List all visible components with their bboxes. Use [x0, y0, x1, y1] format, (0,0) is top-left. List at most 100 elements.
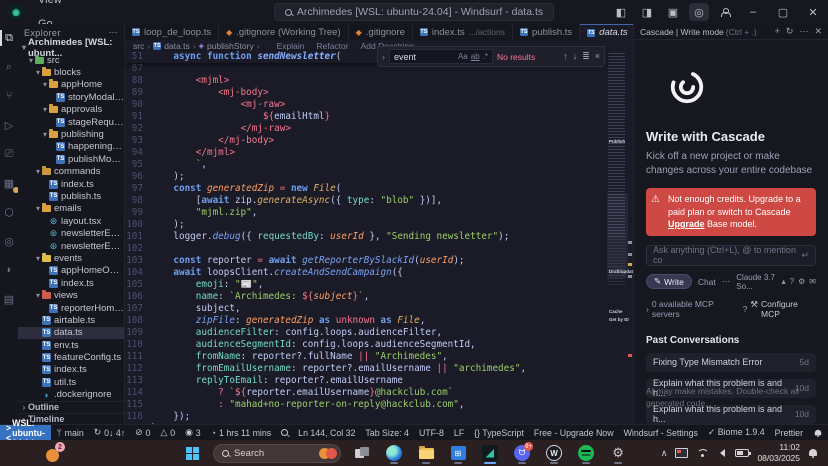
codelens-refactor[interactable]: Refactor: [316, 41, 348, 51]
tray-chevron-icon[interactable]: ∧: [661, 448, 668, 459]
mcp-expand-icon[interactable]: ›: [646, 304, 649, 314]
new-conversation-icon[interactable]: +: [775, 26, 780, 37]
cascade-prompt-input[interactable]: Ask anything (Ctrl+L), @ to mention co ↵: [646, 245, 816, 266]
code-line-95[interactable]: 95 `,: [125, 159, 607, 171]
status-tab-size-4[interactable]: Tab Size: 4: [360, 428, 414, 438]
history-icon[interactable]: ↻: [786, 26, 794, 37]
notifications-bell-icon[interactable]: [808, 448, 818, 458]
find-input[interactable]: event Aa ab .*: [389, 49, 493, 64]
find-expand-icon[interactable]: ›: [382, 52, 385, 62]
remote-explorer-icon[interactable]: ⎚: [1, 146, 17, 162]
command-center[interactable]: Archimedes [WSL: ubuntu-24.04] - Windsur…: [274, 3, 554, 21]
tab-loop-de-loop-ts[interactable]: TSloop_de_loop.ts: [125, 24, 219, 40]
status-ln-144-col-32[interactable]: Ln 144, Col 32: [293, 428, 360, 438]
code-line-91[interactable]: 91 ${emailHtml}: [125, 111, 607, 123]
tree-item-publish-ts[interactable]: TSpublish.ts: [18, 190, 124, 202]
tree-item-storymodal-ts[interactable]: TSstoryModal.ts: [18, 91, 124, 103]
account-icon[interactable]: [712, 0, 738, 24]
minimap-slider[interactable]: [607, 193, 628, 278]
find-next-icon[interactable]: ↓: [573, 51, 578, 62]
tree-item-events[interactable]: ▾events: [18, 252, 124, 264]
code-line-97[interactable]: 97 const generatedZip = new File(: [125, 183, 607, 195]
status-free-upgrade-now[interactable]: Free - Upgrade Now: [529, 428, 619, 438]
status-error[interactable]: ⊘0: [130, 427, 155, 438]
tree-item-stagerequest-[interactable]: TSstageRequest...: [18, 116, 124, 128]
status-utf-8[interactable]: UTF-8: [414, 428, 449, 438]
code-line-116[interactable]: 116 });: [125, 411, 607, 423]
taskbar-clock[interactable]: 11:02 08/03/2025: [757, 442, 800, 463]
code-line-100[interactable]: 100 );: [125, 219, 607, 231]
configure-mcp-button[interactable]: ⚒ Configure MCP: [750, 299, 816, 319]
run-debug-icon[interactable]: ▷: [1, 117, 17, 133]
feedback-icon[interactable]: ✉: [809, 277, 816, 286]
tab--gitignore[interactable]: ◆.gitignore: [349, 24, 413, 40]
code-line-111[interactable]: 111 fromName: reporter?.fullName || "Arc…: [125, 351, 607, 363]
status-clock[interactable]: ◔1 hrs 11 mins: [206, 428, 276, 438]
regex-icon[interactable]: .*: [483, 52, 488, 61]
code-line-96[interactable]: 96 );: [125, 171, 607, 183]
window-minimize-button[interactable]: –: [738, 0, 768, 24]
tree-item-publishmodal-[interactable]: TSpublishModal...: [18, 153, 124, 165]
start-button[interactable]: [181, 442, 203, 464]
find-close-icon[interactable]: ×: [595, 51, 600, 62]
search-icon[interactable]: ⌕: [1, 59, 17, 75]
customize-layout-icon[interactable]: ▣: [660, 0, 686, 24]
docker-icon[interactable]: ◗: [1, 262, 17, 278]
status-prettier[interactable]: Prettier: [770, 428, 808, 438]
status-branch[interactable]: ᛘmain: [51, 428, 88, 438]
settings-gear-icon[interactable]: ⚙: [607, 442, 629, 464]
code-line-93[interactable]: 93 </mj-body>: [125, 135, 607, 147]
code-line-88[interactable]: 88 <mjml>: [125, 75, 607, 87]
code-line-98[interactable]: 98 [await zip.generateAsync({ type: "blo…: [125, 195, 607, 207]
file-explorer-icon[interactable]: [415, 442, 437, 464]
submit-icon[interactable]: ↵: [801, 250, 809, 261]
tree-item-apphome[interactable]: ▾appHome: [18, 79, 124, 91]
window-close-button[interactable]: ✕: [798, 0, 828, 24]
settings-icon[interactable]: ⚙: [798, 277, 805, 286]
discord-icon[interactable]: ᗢ9+: [511, 442, 533, 464]
model-selector[interactable]: Claude 3.7 So...: [736, 273, 777, 291]
code-line-101[interactable]: 101 logger.debug({ requestedBy: userId }…: [125, 231, 607, 243]
minimap[interactable]: PublishDraft/updateCacheGet by ID: [607, 51, 628, 424]
edge-icon[interactable]: [383, 442, 405, 464]
conversation-item[interactable]: Fixing Type Mismatch Error5d: [646, 353, 816, 372]
status-windsurf[interactable]: ◉3: [180, 427, 206, 438]
source-control-icon[interactable]: ⑂: [1, 88, 17, 104]
tree-item--dockerignore[interactable]: ◗.dockerignore: [18, 389, 124, 401]
status-sync[interactable]: ↻0↓ 4↑: [89, 427, 130, 438]
extensions-icon[interactable]: ▦: [1, 175, 17, 191]
windsurf-taskbar-icon[interactable]: ◢: [479, 442, 501, 464]
mcp-info-icon[interactable]: ?: [743, 304, 748, 314]
tree-item-index-ts[interactable]: TSindex.ts: [18, 364, 124, 376]
status-warning[interactable]: △0: [155, 427, 180, 438]
code-line-89[interactable]: 89 <mj-body>: [125, 87, 607, 99]
tree-item-index-ts[interactable]: TSindex.ts: [18, 277, 124, 289]
cascade-close-icon[interactable]: ✕: [814, 26, 822, 37]
codelens-explain[interactable]: Explain: [277, 41, 305, 51]
remote-indicator[interactable]: >< WSL: ubuntu-24.04: [0, 425, 51, 440]
tree-item-reporterhome-ts[interactable]: TSreporterHome.ts: [18, 302, 124, 314]
find-previous-icon[interactable]: ↑: [563, 51, 568, 62]
toggle-panel-left-icon[interactable]: ◧: [608, 0, 634, 24]
cascade-more-icon[interactable]: ⋯: [799, 26, 808, 37]
tab--gitignore-working-tree-[interactable]: ◆.gitignore (Working Tree): [219, 24, 349, 40]
w-app-icon[interactable]: W: [543, 442, 565, 464]
volume-icon[interactable]: [716, 449, 725, 457]
model-chevron-icon[interactable]: ▴: [782, 277, 786, 286]
code-line-114[interactable]: 114 ? `${reporter.emailUsername}@hackclu…: [125, 387, 607, 399]
code-line-99[interactable]: 99 "mjml.zip",: [125, 207, 607, 219]
tree-item-publishing[interactable]: ▾publishing: [18, 128, 124, 140]
code-line-94[interactable]: 94 </mjml>: [125, 147, 607, 159]
status-windsurf-settings[interactable]: Windsurf - Settings: [619, 428, 703, 438]
code-line-103[interactable]: 103 const reporter = await getReporterBy…: [125, 255, 607, 267]
status-search[interactable]: [276, 429, 293, 436]
tab-index-ts[interactable]: TSindex.ts.../actions: [413, 24, 513, 40]
code-line-105[interactable]: 105 emoji: "📰",: [125, 279, 607, 291]
containers-icon[interactable]: ▤: [1, 291, 17, 307]
tab-publish-ts[interactable]: TSpublish.ts: [513, 24, 580, 40]
code-line-112[interactable]: 112 fromEmailUsername: reporter?.emailUs…: [125, 363, 607, 375]
tree-item-commands[interactable]: ▾commands: [18, 166, 124, 178]
cascade-toggle-icon[interactable]: ◎: [689, 3, 709, 21]
status-lf[interactable]: LF: [449, 428, 469, 438]
testing-icon[interactable]: ◎: [1, 233, 17, 249]
